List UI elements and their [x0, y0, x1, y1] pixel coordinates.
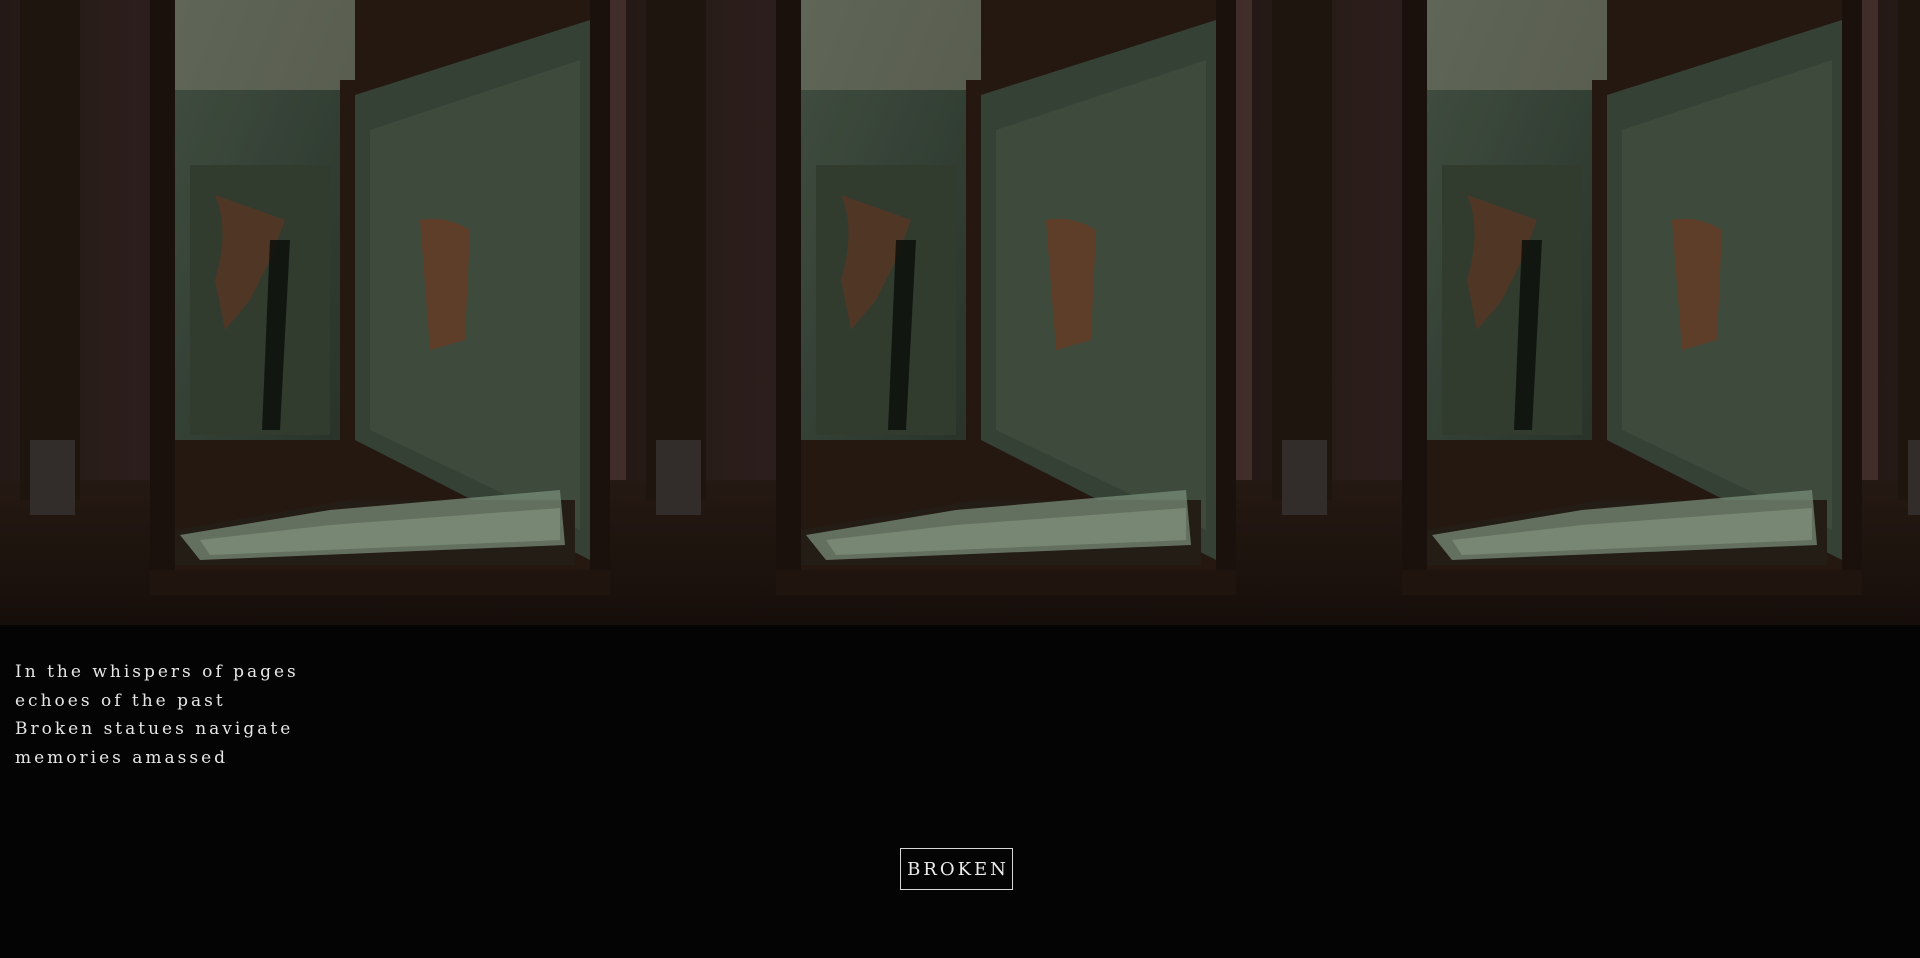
broken-button[interactable]: BROKEN — [900, 848, 1013, 890]
broken-mirror-room-image — [626, 0, 1252, 625]
hero-banner — [0, 0, 1920, 625]
page: In the whispers of pages echoes of the p… — [0, 0, 1920, 958]
poem-line-1: In the whispers of pages — [15, 662, 299, 682]
broken-mirror-room-image — [0, 0, 626, 625]
broken-mirror-room-image — [1878, 0, 1920, 625]
poem-text: In the whispers of pages echoes of the p… — [15, 658, 299, 772]
poem-line-2: echoes of the past — [15, 690, 226, 711]
poem-line-3: Broken statues navigate — [15, 719, 294, 740]
broken-mirror-room-image — [1252, 0, 1878, 625]
poem-line-4: memories amassed — [15, 747, 229, 768]
